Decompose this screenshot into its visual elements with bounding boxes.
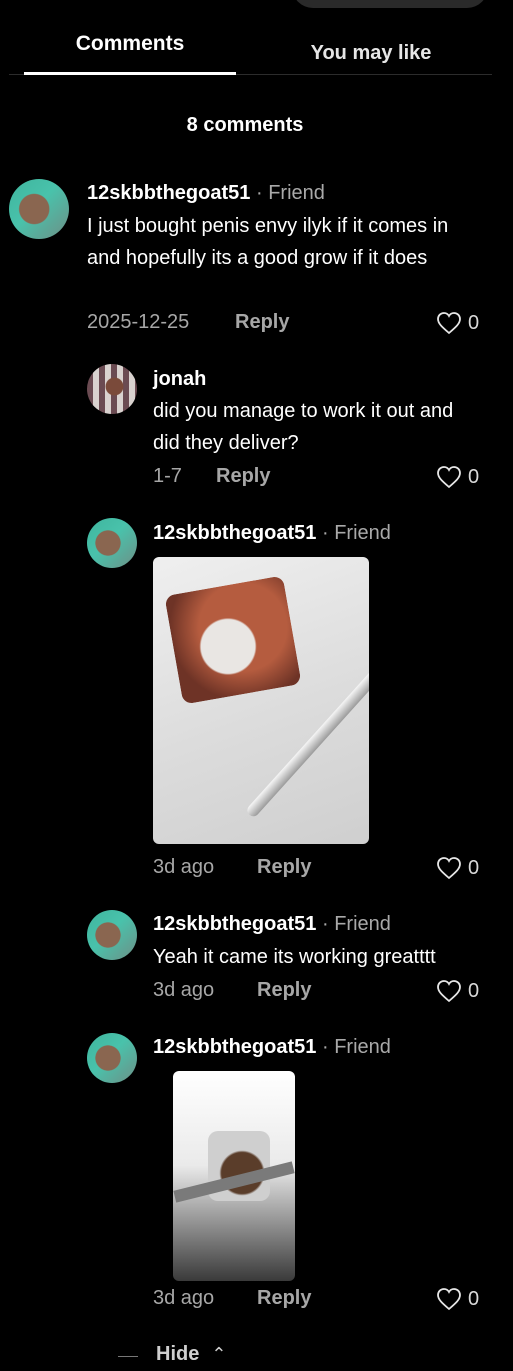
reply-button[interactable]: Reply [257, 856, 311, 879]
hide-label: Hide [156, 1343, 200, 1365]
comment-date: 3d ago [153, 979, 215, 1001]
like-button[interactable]: 0 [436, 979, 479, 1003]
like-count: 0 [468, 465, 480, 488]
comment-date: 3d ago [153, 1287, 215, 1309]
comment-date: 2025-12-25 [87, 311, 190, 333]
username[interactable]: 12skbbthegoat51 [153, 913, 316, 935]
heart-outline-icon [437, 466, 461, 489]
like-button[interactable]: 0 [436, 856, 479, 880]
chevron-up-icon: ⌃ [211, 1344, 227, 1364]
avatar[interactable] [87, 518, 137, 568]
comment-photo[interactable] [173, 1071, 295, 1281]
reply-button[interactable]: Reply [216, 465, 270, 488]
friend-tag: Friend [268, 182, 325, 204]
heart-outline-icon [437, 1288, 461, 1311]
comment-date: 3d ago [153, 856, 215, 878]
comment-author[interactable]: jonah [153, 368, 206, 391]
username[interactable]: jonah [153, 368, 206, 390]
separator: · [321, 522, 329, 544]
separator: · [321, 1036, 329, 1058]
avatar[interactable] [87, 364, 137, 414]
divider-line [118, 1356, 138, 1357]
separator: · [321, 913, 329, 935]
tab-you-may-like[interactable]: You may like [251, 22, 491, 74]
like-count: 0 [468, 856, 480, 879]
comment-text: Yeah it came its working greatttt [153, 946, 436, 968]
comment-date: 1-7 [153, 465, 182, 487]
like-button[interactable]: 0 [436, 311, 479, 335]
like-button[interactable]: 0 [436, 1287, 479, 1311]
reply-button[interactable]: Reply [257, 1287, 311, 1310]
username[interactable]: 12skbbthegoat51 [153, 522, 316, 544]
comment-author[interactable]: 12skbbthegoat51 · Friend [153, 1036, 391, 1059]
like-count: 0 [468, 311, 480, 334]
comment-photo[interactable] [153, 557, 369, 844]
reply-button[interactable]: Reply [257, 979, 311, 1002]
top-pill [292, 0, 488, 8]
avatar[interactable] [9, 179, 69, 239]
friend-tag: Friend [334, 1036, 391, 1058]
comment-text: I just bought penis envy ilyk if it come… [87, 215, 449, 269]
heart-outline-icon [437, 312, 461, 335]
like-count: 0 [468, 1287, 480, 1310]
photo-subject [164, 575, 302, 705]
hide-replies-button[interactable]: Hide ⌃ [118, 1343, 226, 1366]
comment-author[interactable]: 12skbbthegoat51 · Friend [87, 182, 325, 205]
tab-comments[interactable]: Comments [24, 22, 236, 75]
friend-tag: Friend [334, 913, 391, 935]
friend-tag: Friend [334, 522, 391, 544]
username[interactable]: 12skbbthegoat51 [153, 1036, 316, 1058]
like-button[interactable]: 0 [436, 465, 479, 489]
heart-outline-icon [437, 857, 461, 880]
comment-author[interactable]: 12skbbthegoat51 · Friend [153, 913, 391, 936]
separator: · [255, 182, 263, 204]
comment-author[interactable]: 12skbbthegoat51 · Friend [153, 522, 391, 545]
avatar[interactable] [87, 910, 137, 960]
tab-bar: Comments You may like [9, 22, 492, 75]
reply-button[interactable]: Reply [235, 311, 289, 334]
like-count: 0 [468, 979, 480, 1002]
avatar[interactable] [87, 1033, 137, 1083]
username[interactable]: 12skbbthegoat51 [87, 182, 250, 204]
comment-count: 8 comments [186, 114, 304, 136]
comment-text: did you manage to work it out and did th… [153, 400, 454, 454]
heart-outline-icon [437, 980, 461, 1003]
